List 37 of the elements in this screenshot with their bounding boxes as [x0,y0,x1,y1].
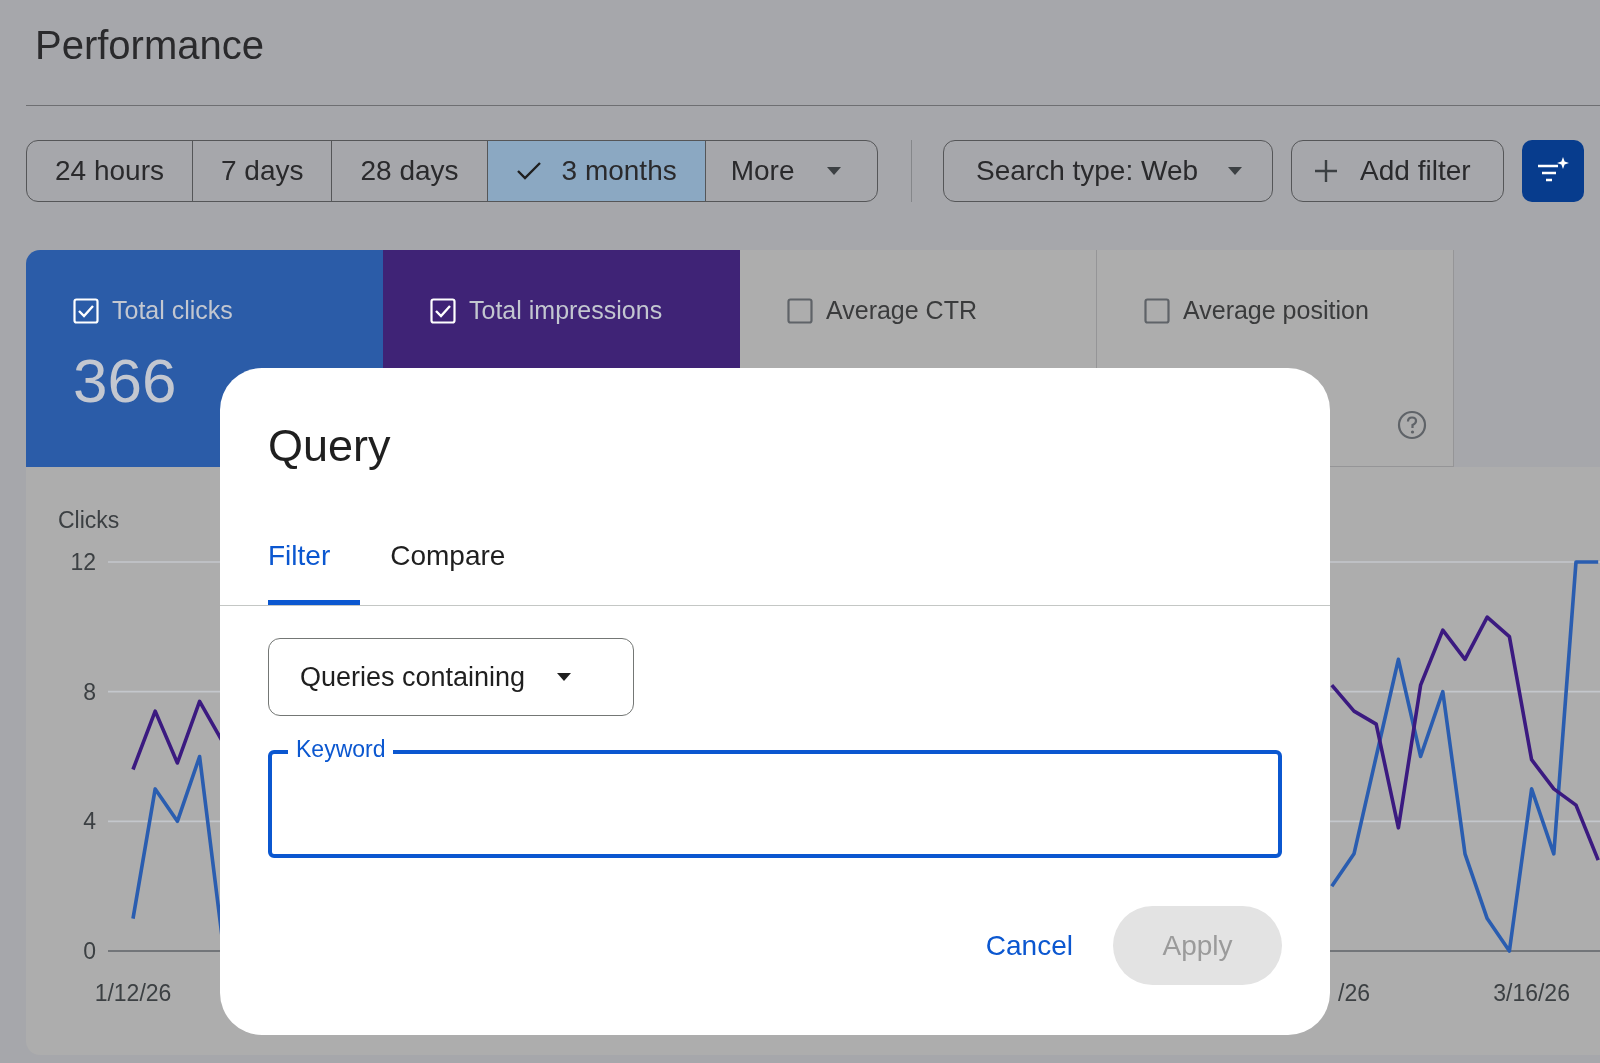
plus-icon [1314,159,1339,183]
metric-value: 366 [73,345,178,416]
filter-settings-button[interactable] [1521,140,1584,202]
date-range-option[interactable]: 3 months [487,141,706,201]
checkbox-icon[interactable] [1144,297,1170,324]
metric-label: Total clicks [112,296,233,325]
date-range-option[interactable]: 7 days [192,141,333,201]
y-axis-label: Clicks [58,507,120,533]
y-tick-label: 12 [70,549,96,575]
add-filter-button[interactable]: Add filter [1291,140,1504,202]
y-tick-label: 0 [83,938,96,964]
x-tick-label: /26 [1338,980,1370,1006]
checkbox-icon[interactable] [787,297,813,324]
cancel-button[interactable]: Cancel [975,913,1083,978]
metric-label: Average CTR [826,296,977,325]
dialog-tab[interactable]: Compare [390,540,512,605]
check-icon [515,161,542,181]
match-type-dropdown[interactable]: Queries containing [268,638,634,716]
date-range-option[interactable]: 28 days [332,141,488,201]
x-tick-label: 3/16/26 [1493,980,1570,1006]
page-title: Performance [35,23,264,68]
more-dropdown[interactable]: More [705,141,877,201]
search-type-dropdown[interactable]: Search type: Web [943,140,1274,202]
metric-label: Average position [1183,296,1369,325]
date-range-option[interactable]: 24 hours [27,141,193,201]
y-tick-label: 4 [83,808,96,835]
checked-checkbox-icon[interactable] [430,297,456,324]
x-tick-label: 1/12/26 [94,980,172,1006]
metric-label: Total impressions [469,296,663,325]
caret-icon [1228,167,1243,175]
dialog-tab[interactable]: Filter [268,540,361,605]
help-icon[interactable] [1397,410,1427,440]
y-tick-label: 8 [83,678,96,705]
caret-icon [557,673,572,681]
caret-icon [826,167,841,175]
checked-checkbox-icon[interactable] [73,297,99,324]
field-label: Keyword [288,736,394,763]
